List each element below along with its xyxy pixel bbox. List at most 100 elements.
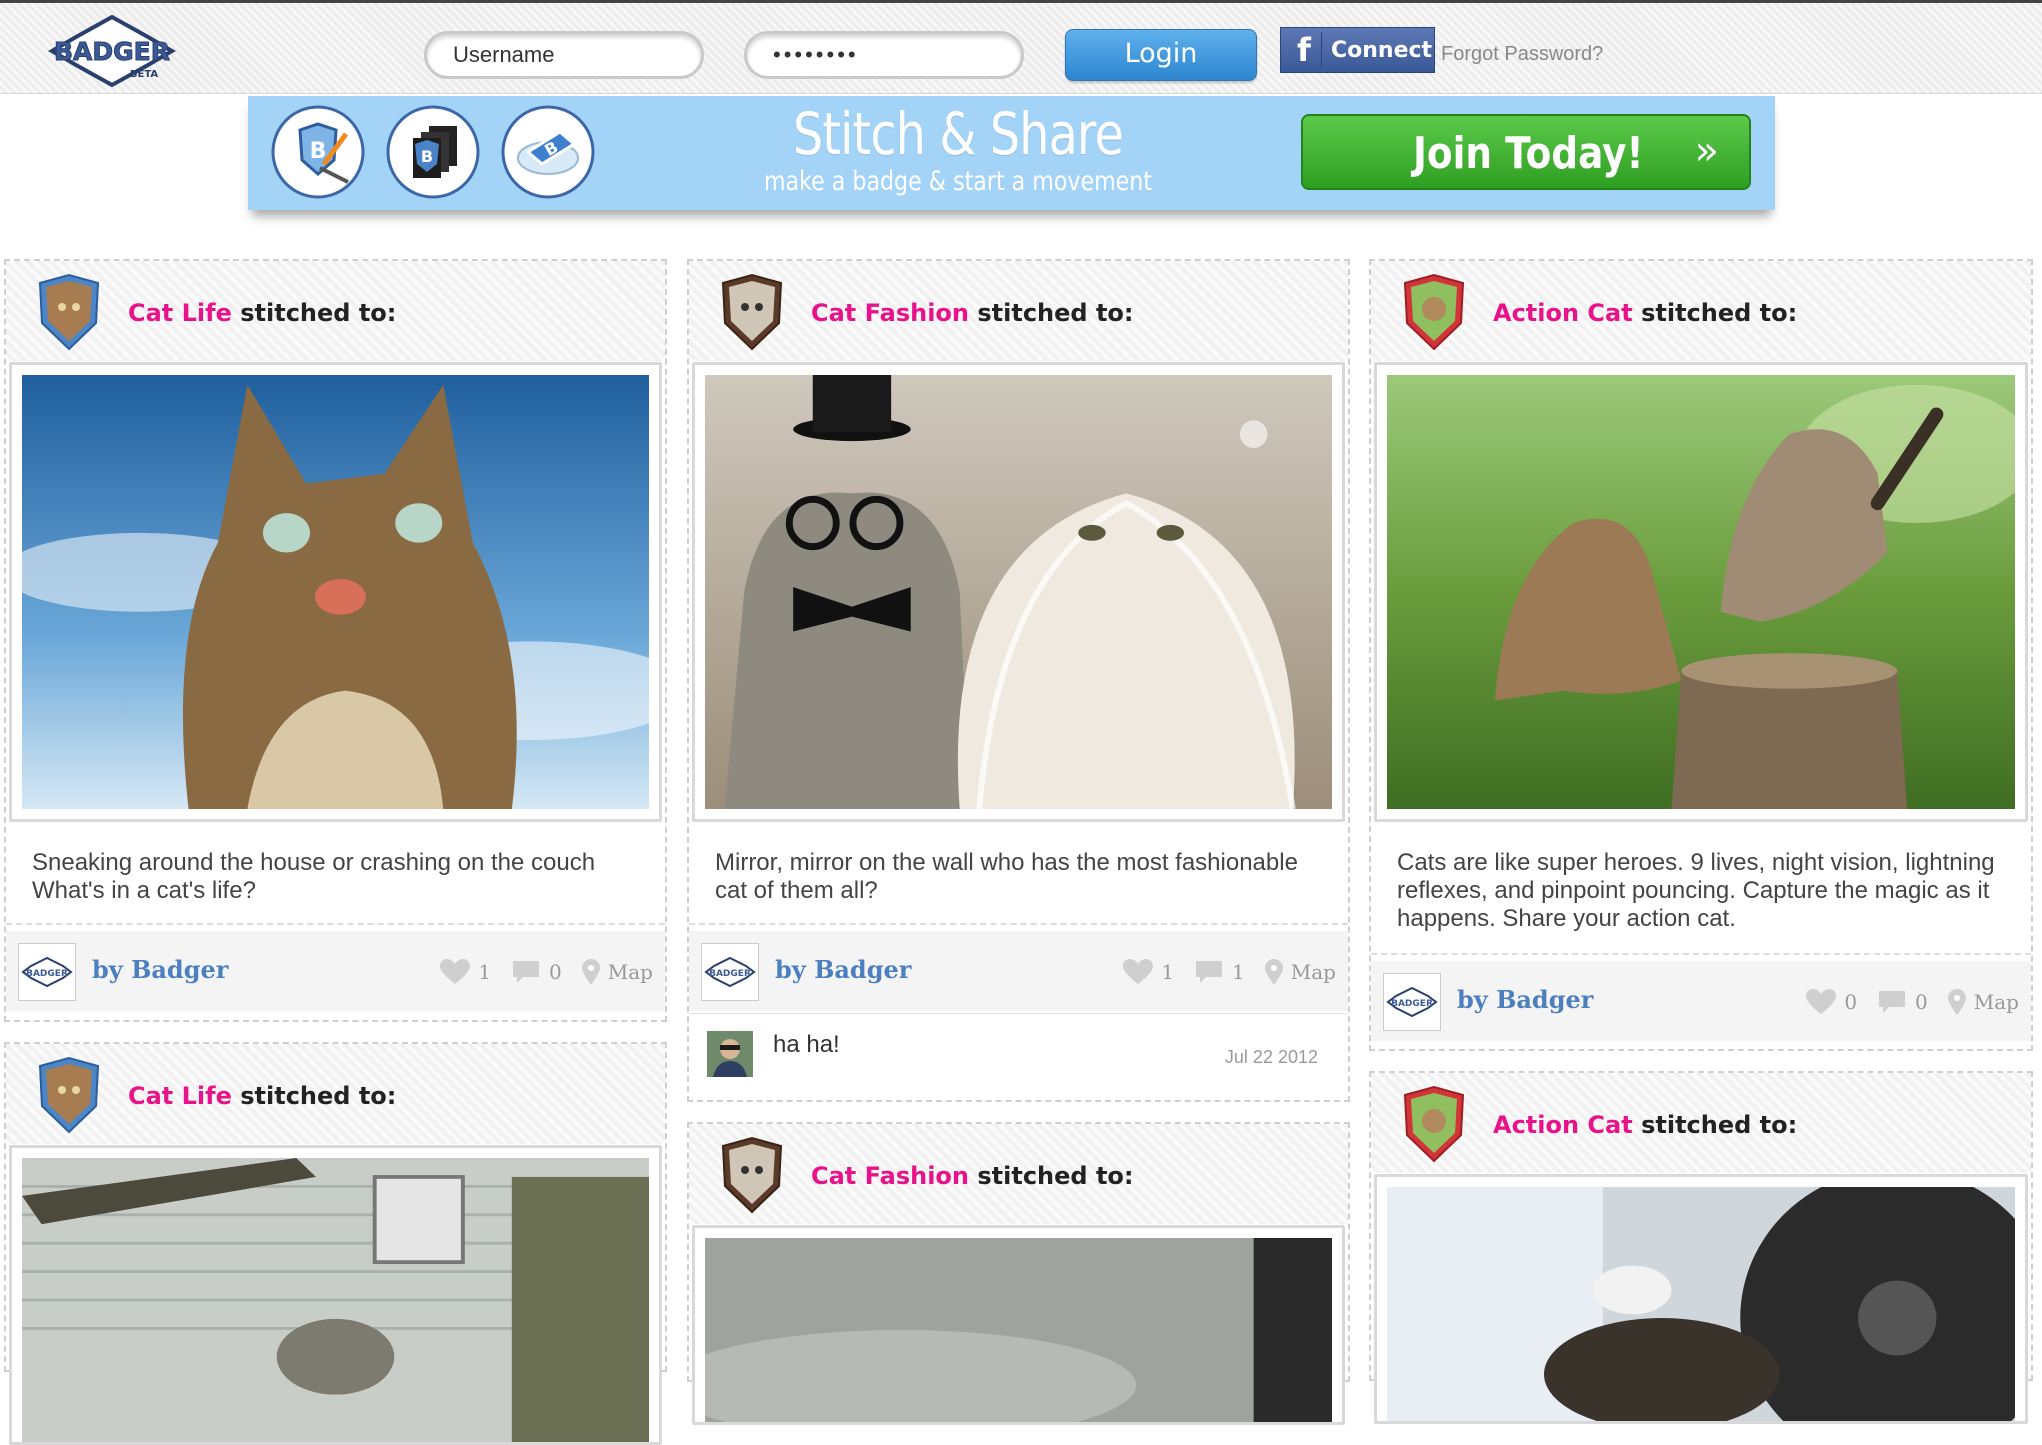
comment-icon — [1879, 991, 1906, 1013]
double-chevron-right-icon: » — [1694, 128, 1719, 174]
post-card: Action Cat stitched to: — [1369, 1071, 2033, 1424]
category-link[interactable]: Action Cat — [1493, 1111, 1633, 1139]
comment-item: ha ha! Jul 22 2012 — [689, 1017, 1348, 1091]
password-input[interactable] — [744, 31, 1024, 79]
post-photo[interactable] — [705, 375, 1332, 809]
like-stat[interactable]: 1 — [440, 959, 491, 985]
facebook-connect-button[interactable]: f Connect — [1280, 27, 1435, 73]
create-badge-icon: B — [270, 104, 366, 200]
map-link[interactable]: Map — [1264, 959, 1336, 985]
photo-frame — [692, 1225, 1345, 1425]
post-card: Cat Fashion stitched to: — [687, 1122, 1350, 1425]
facebook-icon: f — [1287, 32, 1322, 68]
post-photo[interactable] — [705, 1238, 1332, 1422]
author-avatar[interactable]: BADGER — [701, 943, 759, 1001]
stitched-label: stitched to: — [1641, 299, 1798, 327]
like-count: 1 — [1161, 960, 1175, 984]
join-today-button[interactable]: Join Today! » — [1301, 114, 1751, 190]
stitched-label: stitched to: — [977, 1162, 1134, 1190]
author-avatar[interactable]: BADGER — [1383, 973, 1441, 1031]
post-photo[interactable] — [22, 375, 649, 809]
comment-stat[interactable]: 0 — [511, 959, 562, 985]
svg-text:BETA: BETA — [130, 69, 158, 80]
heart-icon — [1806, 989, 1837, 1014]
comment-count: 1 — [1232, 960, 1245, 984]
category-link[interactable]: Cat Fashion — [811, 299, 969, 327]
author-link[interactable]: by Badger — [1457, 985, 1593, 1014]
card-header: Cat Fashion stitched to: — [689, 1124, 1348, 1224]
map-link[interactable]: Map — [581, 959, 653, 985]
share-badge-icon: B — [500, 104, 596, 200]
comment-icon — [1196, 961, 1223, 983]
post-photo[interactable] — [1387, 375, 2015, 809]
category-link[interactable]: Cat Fashion — [811, 1162, 969, 1190]
divider — [689, 1013, 1348, 1014]
divider — [689, 923, 1348, 925]
commenter-avatar[interactable] — [707, 1031, 753, 1077]
photo-frame — [1374, 362, 2028, 822]
post-card: Action Cat stitched to: Cats are like su… — [1369, 259, 2033, 1051]
category-link[interactable]: Cat Life — [128, 299, 232, 327]
author-link[interactable]: by Badger — [92, 955, 228, 984]
author-link[interactable]: by Badger — [775, 955, 911, 984]
like-stat[interactable]: 1 — [1123, 959, 1174, 985]
badger-logo[interactable]: BADGER BETA — [48, 14, 176, 88]
comment-text: ha ha! — [773, 1031, 840, 1058]
post-description: Cats are like super heroes. 9 lives, nig… — [1397, 849, 1995, 932]
photo-frame — [692, 362, 1345, 822]
heart-icon — [440, 959, 471, 984]
comment-count: 0 — [1915, 990, 1928, 1014]
join-today-label: Join Today! — [1413, 128, 1644, 179]
svg-text:BADGER: BADGER — [54, 37, 170, 66]
comment-date: Jul 22 2012 — [1224, 1047, 1318, 1067]
photo-frame — [9, 1145, 662, 1445]
category-link[interactable]: Action Cat — [1493, 299, 1633, 327]
stitched-label: stitched to: — [240, 1082, 397, 1110]
map-pin-icon — [1947, 989, 1966, 1015]
card-title: Cat Life stitched to: — [128, 1082, 396, 1110]
svg-text:B: B — [421, 147, 433, 166]
like-count: 1 — [478, 960, 492, 984]
card-title: Cat Fashion stitched to: — [811, 1162, 1134, 1190]
cat-fashion-badge-icon[interactable] — [719, 273, 785, 351]
divider — [1371, 953, 2031, 955]
action-cat-badge-icon[interactable] — [1401, 273, 1467, 351]
username-input[interactable] — [424, 31, 704, 79]
login-button[interactable]: Login — [1065, 29, 1257, 81]
card-header: Cat Life stitched to: — [6, 1044, 665, 1144]
comment-stat[interactable]: 0 — [1877, 989, 1928, 1015]
banner-subtitle: make a badge & start a movement — [763, 166, 1153, 197]
post-footer: BADGER by Badger 1 0 Map — [6, 931, 665, 1011]
svg-text:BADGER: BADGER — [26, 969, 68, 979]
post-stats: 1 0 Map — [440, 959, 653, 985]
post-stats: 1 1 Map — [1123, 959, 1336, 985]
comment-stat[interactable]: 1 — [1194, 959, 1245, 985]
post-stats: 0 0 Map — [1806, 989, 2019, 1015]
stitched-label: stitched to: — [1641, 1111, 1798, 1139]
map-link[interactable]: Map — [1947, 989, 2019, 1015]
comment-count: 0 — [549, 960, 562, 984]
card-title: Cat Life stitched to: — [128, 299, 396, 327]
post-card: Cat Life stitched to: — [4, 1042, 667, 1445]
action-cat-badge-icon[interactable] — [1401, 1085, 1467, 1163]
post-photo[interactable] — [1387, 1187, 2015, 1421]
card-header: Cat Life stitched to: — [6, 261, 665, 361]
like-stat[interactable]: 0 — [1806, 989, 1857, 1015]
promo-banner: B B B Stitch & Share make a badge & star… — [248, 96, 1775, 210]
svg-text:BADGER: BADGER — [709, 969, 751, 979]
top-bar: BADGER BETA Login f Connect Forgot Passw… — [0, 0, 2042, 94]
author-avatar[interactable]: BADGER — [18, 943, 76, 1001]
heart-icon — [1123, 959, 1154, 984]
cat-life-badge-icon[interactable] — [36, 1056, 102, 1134]
map-pin-icon — [581, 959, 600, 985]
svg-text:BADGER: BADGER — [1391, 999, 1433, 1009]
badge-stack-icon: B — [385, 104, 481, 200]
banner-title: Stitch & Share — [792, 100, 1124, 168]
post-photo[interactable] — [22, 1158, 649, 1442]
forgot-password-link[interactable]: Forgot Password? — [1441, 43, 1603, 66]
cat-life-badge-icon[interactable] — [36, 273, 102, 351]
cat-fashion-badge-icon[interactable] — [719, 1136, 785, 1214]
category-link[interactable]: Cat Life — [128, 1082, 232, 1110]
card-header: Action Cat stitched to: — [1371, 1073, 2031, 1173]
comment-icon — [513, 961, 540, 983]
